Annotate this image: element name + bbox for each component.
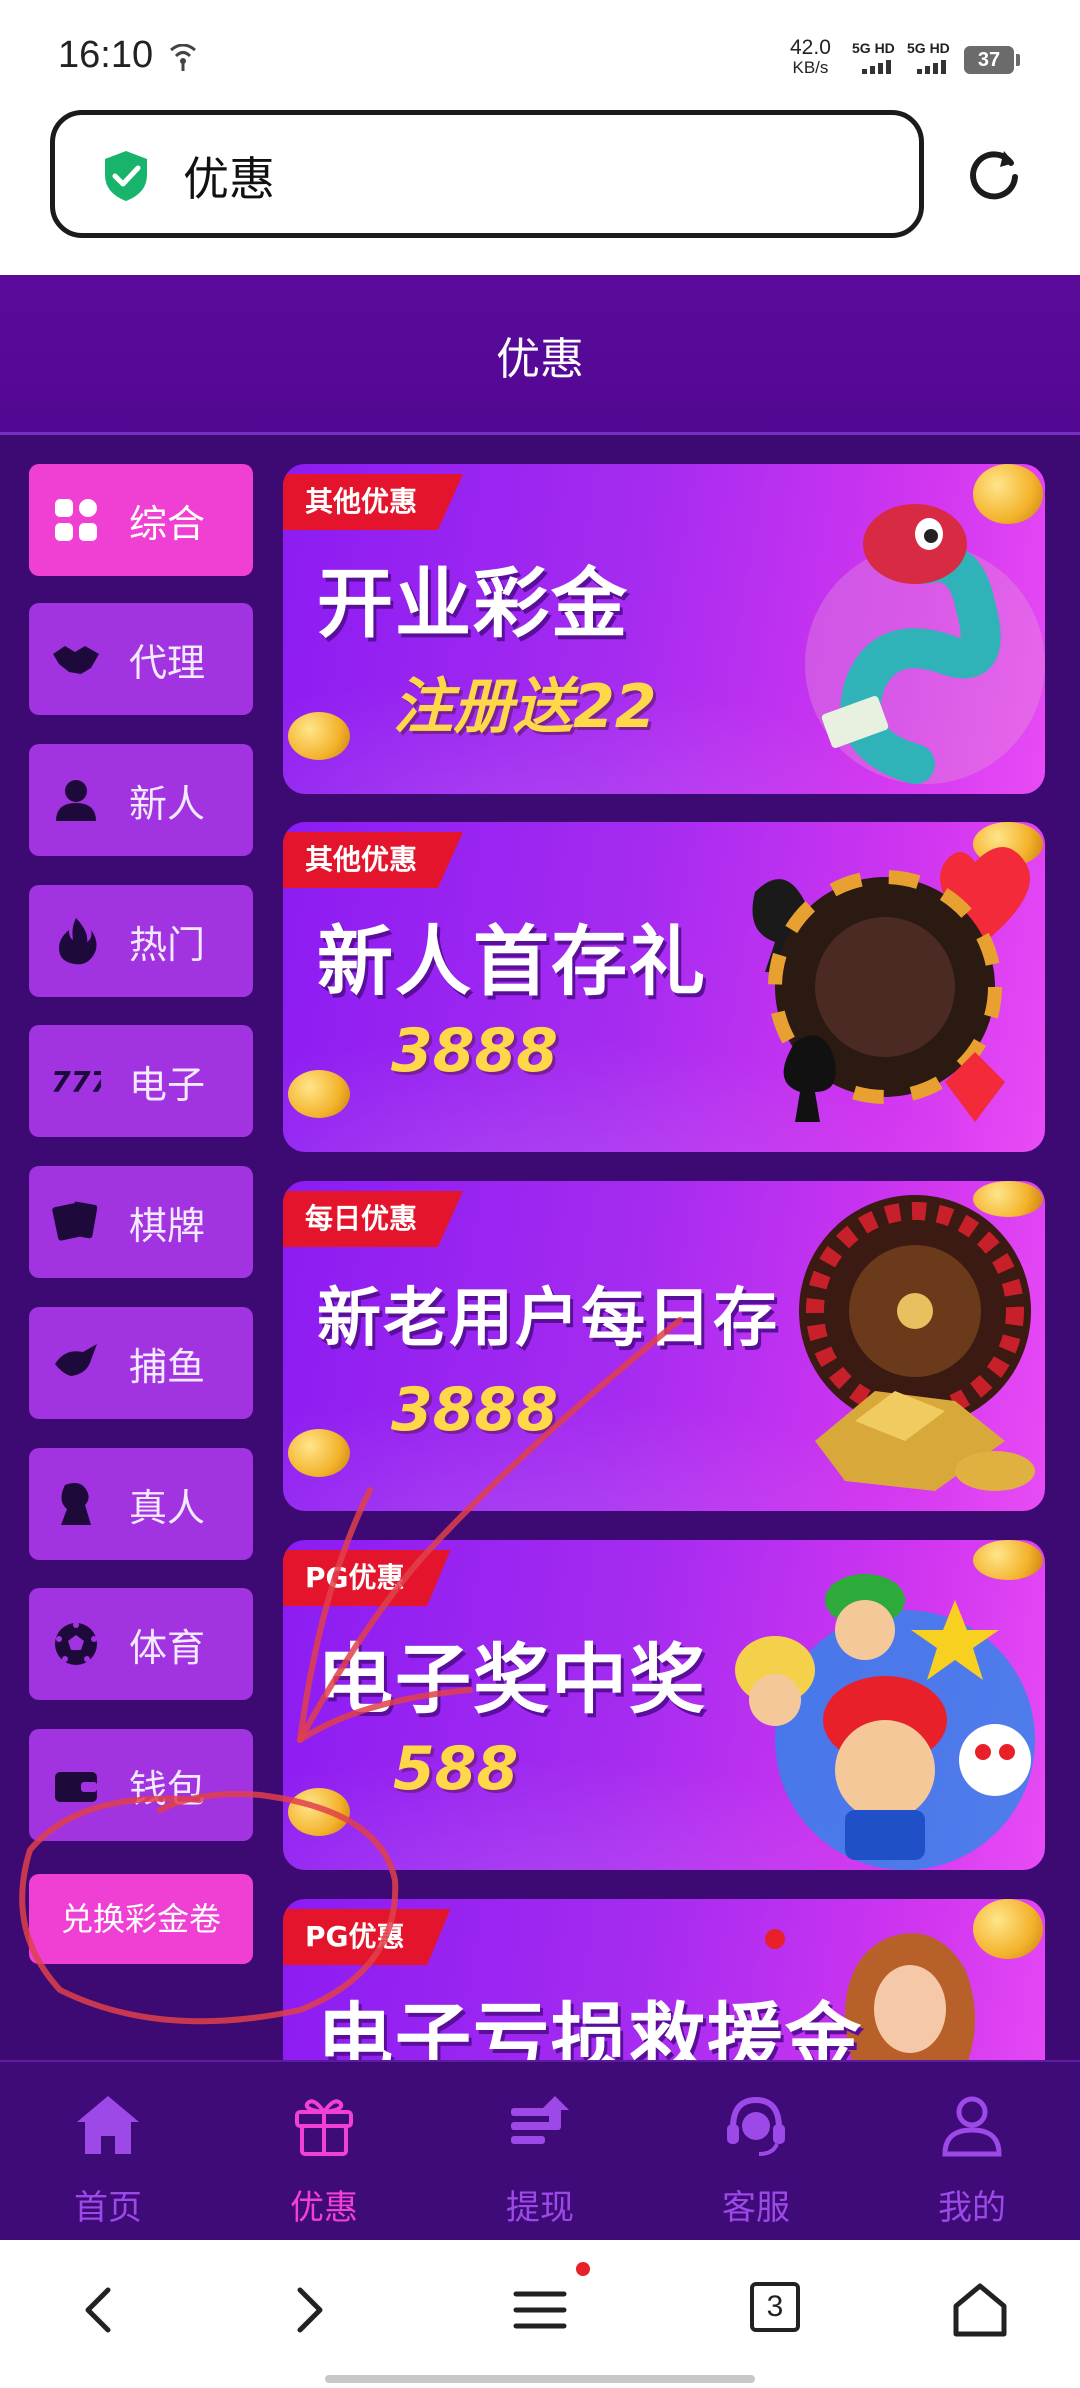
promo-tag: PG优惠 [283, 1550, 451, 1606]
sidebar-item-live[interactable]: 真人 [29, 1448, 253, 1560]
user-icon [942, 2096, 1002, 2157]
sidebar-item-label: 代理 [129, 640, 206, 685]
home-icon [77, 2096, 139, 2154]
promo-title: 新人首存礼 [317, 917, 707, 1006]
promo-subtitle: 3888 [391, 1375, 558, 1445]
nav-label: 我的 [938, 2188, 1006, 2228]
sidebar-item-label: 热门 [129, 922, 206, 967]
back-icon[interactable] [70, 2280, 130, 2340]
promo-banner-slot-win[interactable]: PG优惠 电子奖中奖 588 [283, 1540, 1045, 1870]
promo-tag: 每日优惠 [283, 1191, 464, 1247]
poker-chip-image [752, 847, 1030, 1122]
sidebar-item-sports[interactable]: 体育 [29, 1588, 253, 1700]
promo-tag: 其他优惠 [283, 832, 464, 888]
sidebar-item-label: 新人 [129, 781, 206, 826]
sidebar-item-newcomer[interactable]: 新人 [29, 744, 253, 856]
sidebar-item-label: 棋牌 [129, 1203, 206, 1248]
nav-customer-service[interactable]: 客服 [648, 2062, 864, 2242]
app-header: 优惠 [0, 275, 1080, 435]
promo-title: 电子亏损救援金 [317, 1994, 863, 2060]
mario-characters-image [735, 1574, 1035, 1870]
nav-label: 首页 [74, 2188, 142, 2228]
tabs-button[interactable]: 3 [750, 2282, 800, 2332]
promo-banner-opening-bonus[interactable]: 其他优惠 开业彩金 注册送22 [283, 464, 1045, 794]
snake-mascot-image [805, 504, 1045, 784]
battery-icon: 37 [964, 46, 1020, 74]
network-speed: 42.0 KB/s [790, 36, 831, 77]
headset-icon [727, 2096, 785, 2156]
network-type-2: 5G HD [907, 40, 950, 56]
withdraw-icon [511, 2096, 569, 2144]
promo-title: 电子奖中奖 [317, 1635, 707, 1724]
home-indicator[interactable] [325, 2375, 755, 2383]
grid-icon [55, 499, 97, 541]
browser-toolbar: 3 [0, 2240, 1080, 2388]
sidebar-item-chess-cards[interactable]: 棋牌 [29, 1166, 253, 1278]
sidebar-item-label: 综合 [129, 501, 206, 546]
wallet-icon [55, 1772, 97, 1802]
sidebar-item-label: 真人 [129, 1485, 206, 1530]
bottom-navigation: 首页 优惠 提现 客服 我的 [0, 2060, 1080, 2240]
coin-decoration [288, 712, 350, 760]
sidebar-item-label: 体育 [129, 1625, 206, 1670]
cards-icon [52, 1201, 98, 1241]
handshake-icon [53, 646, 99, 674]
sidebar-item-label: 钱包 [129, 1766, 206, 1811]
sidebar-item-wallet[interactable]: 钱包 [29, 1729, 253, 1841]
nav-label: 提现 [506, 2188, 574, 2228]
menu-icon[interactable] [510, 2280, 570, 2340]
redeem-bonus-button[interactable]: 兑换彩金卷 [29, 1874, 253, 1964]
nav-promotions[interactable]: 优惠 [216, 2062, 432, 2242]
home-page-icon[interactable] [950, 2280, 1010, 2340]
promo-subtitle: 588 [393, 1734, 519, 1804]
soccer-ball-icon [55, 1622, 97, 1665]
slot-777-icon: 777 [51, 1066, 101, 1099]
promo-subtitle: 3888 [391, 1016, 558, 1086]
status-bar: 16:10 42.0 KB/s 5G HD 5G HD 37 [0, 0, 1080, 105]
sidebar-item-label: 捕鱼 [129, 1344, 206, 1389]
person-icon [56, 780, 96, 821]
nav-profile[interactable]: 我的 [864, 2062, 1080, 2242]
promo-tag: 其他优惠 [283, 474, 464, 530]
shield-check-icon [105, 151, 147, 201]
promo-banner-first-deposit[interactable]: 其他优惠 新人首存礼 3888 [283, 822, 1045, 1152]
gift-icon [295, 2099, 353, 2156]
sidebar-item-comprehensive[interactable]: 综合 [29, 464, 253, 576]
page-title: 优惠 [496, 334, 584, 385]
signal-bars-1 [862, 58, 891, 74]
address-bar[interactable]: 优惠 [50, 110, 924, 238]
coin-decoration [288, 1788, 350, 1836]
network-type-1: 5G HD [852, 40, 895, 56]
nav-withdraw[interactable]: 提现 [432, 2062, 648, 2242]
promo-subtitle: 注册送22 [393, 672, 657, 742]
nav-label: 优惠 [290, 2188, 358, 2228]
fish-icon [55, 1344, 97, 1376]
promo-banner-daily-deposit[interactable]: 每日优惠 新老用户每日存 3888 [283, 1181, 1045, 1511]
promotions-content[interactable]: 综合 代理 新人 热门 777 电子 棋牌 捕鱼 [0, 435, 1080, 2060]
reload-icon[interactable] [964, 145, 1024, 205]
signal-bars-2 [917, 58, 946, 74]
hotspot-icon [170, 44, 196, 71]
sidebar-item-hot[interactable]: 热门 [29, 885, 253, 997]
coin-decoration [288, 1070, 350, 1118]
promo-banner-loss-rescue[interactable]: PG优惠 电子亏损救援金 [283, 1899, 1045, 2060]
promo-tag: PG优惠 [283, 1909, 451, 1965]
notification-dot [576, 2262, 590, 2276]
forward-icon[interactable] [278, 2280, 338, 2340]
sidebar-item-agent[interactable]: 代理 [29, 603, 253, 715]
promo-title: 新老用户每日存 [317, 1282, 779, 1356]
url-text: 优惠 [183, 152, 275, 206]
nav-label: 客服 [722, 2188, 790, 2228]
coin-decoration [288, 1429, 350, 1477]
status-time: 16:10 [58, 34, 154, 76]
nav-home[interactable]: 首页 [0, 2062, 216, 2242]
svg-text:777: 777 [51, 1066, 101, 1099]
fire-icon [59, 918, 97, 965]
sidebar-item-label: 电子 [129, 1062, 206, 1107]
dealer-icon [61, 1483, 91, 1525]
promo-title: 开业彩金 [317, 559, 629, 648]
sidebar-item-slots[interactable]: 777 电子 [29, 1025, 253, 1137]
sidebar-item-fishing[interactable]: 捕鱼 [29, 1307, 253, 1419]
